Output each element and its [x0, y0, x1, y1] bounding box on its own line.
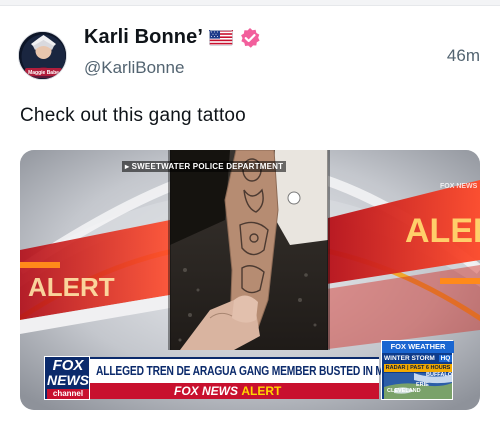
- fox-news-channel-logo: FOX NEWS channel: [44, 356, 90, 400]
- weather-hq-badge: HQ: [438, 355, 453, 362]
- alert-bar: FOX NEWS ALERT: [90, 383, 379, 399]
- weather-radar-map: BUFFALO CLEVELAND ERIE: [384, 372, 452, 399]
- weather-radar-line: RADAR | PAST 6 HOURS: [384, 364, 452, 372]
- bg-alert-word-right: ALERT: [405, 212, 480, 250]
- author-handle[interactable]: @KarliBonne: [84, 58, 184, 78]
- post-text: Check out this gang tattoo: [20, 105, 246, 126]
- bg-alert-word-left: ALERT: [28, 272, 115, 302]
- top-divider: [0, 0, 500, 6]
- weather-city-buffalo: BUFFALO: [426, 372, 452, 378]
- weather-city-cleveland: CLEVELAND: [387, 388, 421, 394]
- avatar[interactable]: Maggie Babe: [18, 31, 67, 80]
- weather-storm-line: WINTER STORM HQ: [384, 354, 453, 364]
- fox-logo-line3: channel: [47, 389, 89, 399]
- author-row: Karli Bonne’: [84, 26, 261, 49]
- headline-text: ALLEGED TREN DE ARAGUA GANG MEMBER BUSTE…: [96, 364, 405, 378]
- weather-storm-text: WINTER STORM: [384, 355, 435, 362]
- alert-word: ALERT: [241, 384, 282, 398]
- fox-weather-inset: FOX WEATHER WINTER STORM HQ RADAR | PAST…: [381, 340, 454, 400]
- fox-logo-line1: FOX: [52, 357, 84, 374]
- avatar-image: Maggie Babe: [19, 32, 66, 79]
- weather-city-erie: ERIE: [416, 382, 429, 388]
- alert-brand: FOX NEWS: [174, 384, 239, 398]
- news-lower-third: FOX NEWS channel ALLEGED TREN DE ARAGUA …: [20, 340, 480, 410]
- us-flag-icon: [209, 29, 233, 46]
- photo-credit-label: ▸ SWEETWATER POLICE DEPARTMENT: [122, 161, 287, 172]
- weather-header: FOX WEATHER: [382, 341, 454, 353]
- headline-bar: ALLEGED TREN DE ARAGUA GANG MEMBER BUSTE…: [90, 357, 405, 383]
- author-display-name[interactable]: Karli Bonne’: [84, 26, 203, 49]
- post-media-image[interactable]: ALERT ALERT FOX NEWS: [20, 150, 480, 410]
- verified-badge-icon: [239, 27, 261, 49]
- alert-text: FOX NEWS ALERT: [174, 384, 281, 398]
- post-timestamp[interactable]: 46m: [447, 46, 480, 66]
- fox-logo-line2: NEWS: [47, 372, 89, 388]
- bg-fox-news-word: FOX NEWS: [440, 183, 478, 190]
- avatar-caption: Maggie Babe: [28, 70, 59, 76]
